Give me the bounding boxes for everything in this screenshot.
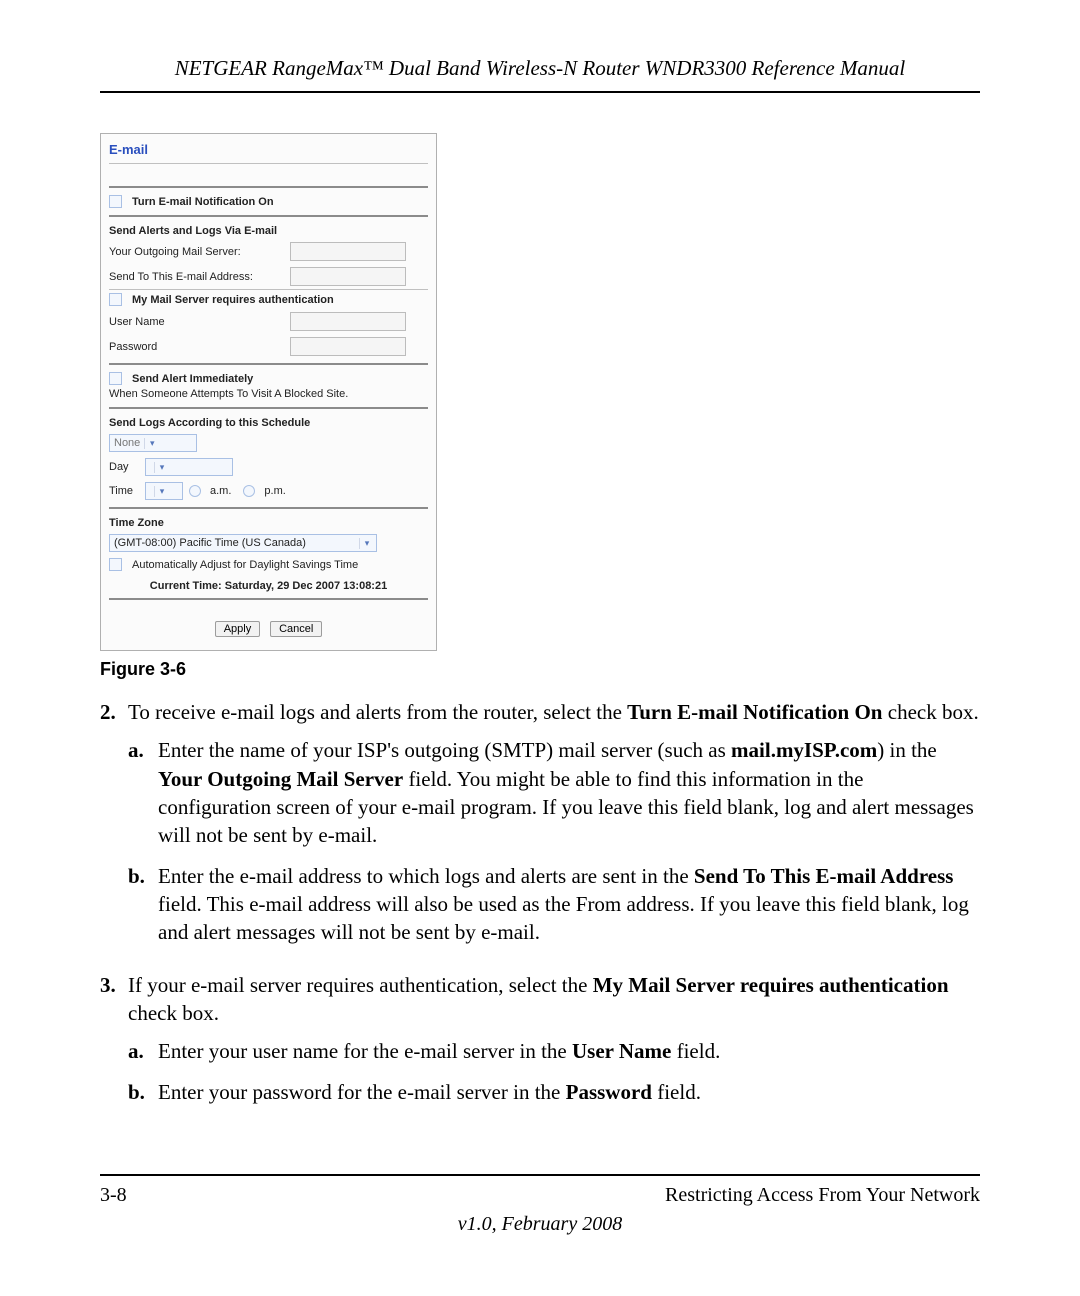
schedule-select[interactable]: None ▾ [109, 434, 197, 452]
pass-input[interactable] [290, 337, 406, 356]
text: field. This e-mail address will also be … [158, 892, 969, 944]
am-radio[interactable] [189, 485, 201, 497]
text-bold: User Name [572, 1039, 671, 1063]
cancel-button[interactable]: Cancel [270, 621, 322, 637]
page-number: 3-8 [100, 1184, 127, 1207]
text: check box. [128, 1001, 219, 1025]
text: If your e-mail server requires authentic… [128, 973, 593, 997]
pass-label: Password [109, 341, 284, 353]
auth-checkbox[interactable] [109, 293, 122, 306]
text: field. [652, 1080, 701, 1104]
user-label: User Name [109, 316, 284, 328]
dst-checkbox[interactable] [109, 558, 122, 571]
text-bold: Password [566, 1080, 652, 1104]
pm-label: p.m. [264, 485, 285, 497]
tz-value: (GMT-08:00) Pacific Time (US Canada) [114, 537, 306, 549]
chevron-down-icon: ▾ [359, 538, 374, 549]
day-select[interactable]: ▾ [145, 458, 233, 476]
alert-sub: When Someone Attempts To Visit A Blocked… [109, 388, 348, 400]
text: ) in the [877, 738, 936, 762]
panel-title: E-mail [101, 134, 436, 163]
step-2b: b. Enter the e-mail address to which log… [128, 862, 980, 947]
step-number: a. [128, 736, 158, 849]
text-bold: Send To This E-mail Address [694, 864, 954, 888]
text: To receive e-mail logs and alerts from t… [128, 700, 627, 724]
tz-header: Time Zone [101, 513, 436, 531]
figure-caption: Figure 3-6 [100, 659, 980, 680]
notify-checkbox[interactable] [109, 195, 122, 208]
time-label: Time [109, 485, 139, 497]
time-select[interactable]: ▾ [145, 482, 183, 500]
text-bold: Your Outgoing Mail Server [158, 767, 403, 791]
smtp-input[interactable] [290, 242, 406, 261]
page-footer: 3-8 Restricting Access From Your Network… [100, 1174, 980, 1236]
current-time: Current Time: Saturday, 29 Dec 2007 13:0… [101, 574, 436, 594]
page-header: NETGEAR RangeMax™ Dual Band Wireless-N R… [100, 56, 980, 93]
dst-label: Automatically Adjust for Daylight Saving… [132, 559, 358, 571]
alert-label: Send Alert Immediately [132, 373, 253, 385]
step-number: b. [128, 1078, 158, 1106]
email-settings-screenshot: E-mail Turn E-mail Notification On Send … [100, 133, 437, 651]
sched-header: Send Logs According to this Schedule [101, 413, 436, 431]
step-number: b. [128, 862, 158, 947]
tz-select[interactable]: (GMT-08:00) Pacific Time (US Canada) ▾ [109, 534, 377, 552]
step-2a: a. Enter the name of your ISP's outgoing… [128, 736, 980, 849]
chevron-down-icon: ▾ [154, 486, 169, 497]
step-3a: a. Enter your user name for the e-mail s… [128, 1037, 980, 1065]
alert-checkbox[interactable] [109, 372, 122, 385]
chevron-down-icon: ▾ [144, 438, 159, 449]
user-input[interactable] [290, 312, 406, 331]
step-number: 2. [100, 698, 128, 959]
section-alerts: Send Alerts and Logs Via E-mail [101, 221, 436, 239]
text: Enter the e-mail address to which logs a… [158, 864, 694, 888]
am-label: a.m. [210, 485, 231, 497]
smtp-label: Your Outgoing Mail Server: [109, 246, 284, 258]
step-2: 2. To receive e-mail logs and alerts fro… [100, 698, 980, 959]
text: Enter your password for the e-mail serve… [158, 1080, 566, 1104]
apply-button[interactable]: Apply [215, 621, 261, 637]
schedule-value: None [114, 437, 140, 449]
step-number: 3. [100, 971, 128, 1118]
text: check box. [883, 700, 979, 724]
text-bold: My Mail Server requires authentication [593, 973, 949, 997]
sendto-input[interactable] [290, 267, 406, 286]
auth-label: My Mail Server requires authentication [132, 294, 334, 306]
step-number: a. [128, 1037, 158, 1065]
text-bold: mail.myISP.com [731, 738, 877, 762]
chevron-down-icon: ▾ [154, 462, 169, 473]
text: Enter the name of your ISP's outgoing (S… [158, 738, 731, 762]
text: Enter your user name for the e-mail serv… [158, 1039, 572, 1063]
notify-label: Turn E-mail Notification On [132, 196, 274, 208]
step-3b: b. Enter your password for the e-mail se… [128, 1078, 980, 1106]
section-title: Restricting Access From Your Network [665, 1184, 980, 1207]
text-bold: Turn E-mail Notification On [627, 700, 882, 724]
sendto-label: Send To This E-mail Address: [109, 271, 284, 283]
day-label: Day [109, 461, 139, 473]
step-3: 3. If your e-mail server requires authen… [100, 971, 980, 1118]
version: v1.0, February 2008 [100, 1213, 980, 1236]
pm-radio[interactable] [243, 485, 255, 497]
text: field. [671, 1039, 720, 1063]
